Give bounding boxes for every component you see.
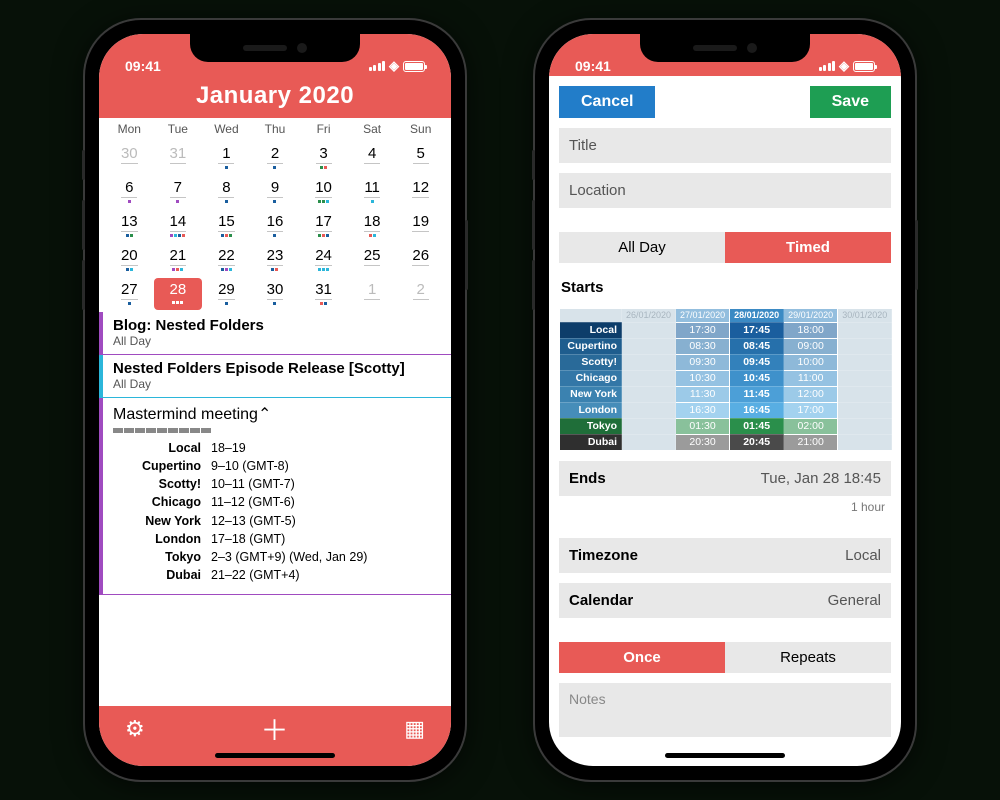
- calendar-day[interactable]: 3: [299, 142, 348, 174]
- timezone-breakdown: Local18–19Cupertino9–10 (GMT-8)Scotty!10…: [113, 439, 441, 584]
- event-title: Blog: Nested Folders: [113, 317, 441, 334]
- calendar-day[interactable]: 5: [396, 142, 445, 174]
- calendar-day[interactable]: 21: [154, 244, 203, 276]
- calendar-day[interactable]: 1: [348, 278, 397, 310]
- repeat-segment[interactable]: Once Repeats: [559, 642, 891, 673]
- home-indicator[interactable]: [665, 753, 785, 758]
- ends-row[interactable]: Ends Tue, Jan 28 18:45: [559, 461, 891, 496]
- calendar-day[interactable]: 1: [202, 142, 251, 174]
- wifi-icon: ◈: [389, 58, 399, 74]
- calendar-day[interactable]: 15: [202, 210, 251, 242]
- location-field[interactable]: Location: [559, 173, 891, 208]
- chevron-up-icon[interactable]: ⌃: [258, 406, 271, 423]
- calendar-day[interactable]: 2: [396, 278, 445, 310]
- calendar-day[interactable]: 28: [154, 278, 203, 310]
- cancel-button[interactable]: Cancel: [559, 86, 655, 118]
- save-button[interactable]: Save: [810, 86, 891, 118]
- calendar-day[interactable]: 31: [299, 278, 348, 310]
- calendar-day[interactable]: 4: [348, 142, 397, 174]
- wifi-icon: ◈: [839, 58, 849, 74]
- weekday-label: Thu: [251, 122, 300, 136]
- calendar-day[interactable]: 29: [202, 278, 251, 310]
- calendar-day[interactable]: 9: [251, 176, 300, 208]
- calendar-day[interactable]: 22: [202, 244, 251, 276]
- month-title[interactable]: January 2020: [99, 76, 451, 118]
- calendar-day[interactable]: 19: [396, 210, 445, 242]
- calendar-day[interactable]: 25: [348, 244, 397, 276]
- event-title: Nested Folders Episode Release [Scotty]: [113, 360, 441, 377]
- calendar-day[interactable]: 30: [105, 142, 154, 174]
- phone-calendar: 09:41 ◈ January 2020 MonTueWedThuFriSatS…: [85, 20, 465, 780]
- timezone-time-picker[interactable]: 26/01/202027/01/202028/01/202029/01/2020…: [559, 308, 892, 451]
- event-subtitle: All Day: [113, 377, 441, 391]
- calendar-day[interactable]: 30: [251, 278, 300, 310]
- event-subtitle: All Day: [113, 334, 441, 348]
- calendar-row[interactable]: Calendar General: [559, 583, 891, 618]
- calendar-day[interactable]: 18: [348, 210, 397, 242]
- weekday-label: Wed: [202, 122, 251, 136]
- calendar-day[interactable]: 8: [202, 176, 251, 208]
- signal-icon: [369, 61, 386, 71]
- calendar-day[interactable]: 7: [154, 176, 203, 208]
- calendar-day[interactable]: 2: [251, 142, 300, 174]
- calendar-grid[interactable]: 3031123456789101112131415161718192021222…: [99, 140, 451, 312]
- calendar-day[interactable]: 10: [299, 176, 348, 208]
- calendar-day[interactable]: 24: [299, 244, 348, 276]
- add-event-button[interactable]: ＋: [260, 709, 288, 749]
- status-time: 09:41: [575, 58, 611, 74]
- device-notch: [640, 34, 810, 62]
- calendar-day[interactable]: 14: [154, 210, 203, 242]
- settings-icon[interactable]: ⚙: [125, 716, 145, 742]
- calendar-day[interactable]: 6: [105, 176, 154, 208]
- event-item[interactable]: Nested Folders Episode Release [Scotty]A…: [99, 355, 451, 398]
- calendar-day[interactable]: 23: [251, 244, 300, 276]
- starts-label: Starts: [559, 273, 891, 298]
- title-field[interactable]: Title: [559, 128, 891, 163]
- calendar-day[interactable]: 26: [396, 244, 445, 276]
- allday-timed-segment[interactable]: All Day Timed: [559, 232, 891, 263]
- event-title: Mastermind meeting: [113, 406, 258, 423]
- weekday-label: Fri: [299, 122, 348, 136]
- home-indicator[interactable]: [215, 753, 335, 758]
- battery-icon: [403, 61, 425, 72]
- weekday-label: Sat: [348, 122, 397, 136]
- notes-field[interactable]: Notes: [559, 683, 891, 737]
- segment-allday[interactable]: All Day: [559, 232, 725, 263]
- weekday-label: Mon: [105, 122, 154, 136]
- ends-value: Tue, Jan 28 18:45: [761, 470, 881, 487]
- weekday-label: Tue: [154, 122, 203, 136]
- segment-timed[interactable]: Timed: [725, 232, 891, 263]
- signal-icon: [819, 61, 836, 71]
- segment-repeats[interactable]: Repeats: [725, 642, 891, 673]
- phone-event-editor: 09:41 ◈ Cancel Save Title Location All D…: [535, 20, 915, 780]
- timezone-bar: [113, 428, 441, 433]
- duration-label: 1 hour: [559, 500, 891, 514]
- timezone-row[interactable]: Timezone Local: [559, 538, 891, 573]
- calendar-day[interactable]: 27: [105, 278, 154, 310]
- ends-label: Ends: [569, 470, 606, 487]
- event-item-expanded[interactable]: Mastermind meeting⌃ Local18–19Cupertino9–…: [99, 398, 451, 595]
- segment-once[interactable]: Once: [559, 642, 725, 673]
- view-switch-icon[interactable]: ▦: [404, 716, 425, 742]
- calendar-day[interactable]: 13: [105, 210, 154, 242]
- weekday-header: MonTueWedThuFriSatSun: [99, 118, 451, 140]
- event-list[interactable]: Blog: Nested FoldersAll DayNested Folder…: [99, 312, 451, 706]
- calendar-day[interactable]: 17: [299, 210, 348, 242]
- calendar-day[interactable]: 16: [251, 210, 300, 242]
- calendar-day[interactable]: 31: [154, 142, 203, 174]
- event-item[interactable]: Blog: Nested FoldersAll Day: [99, 312, 451, 355]
- status-time: 09:41: [125, 58, 161, 74]
- device-notch: [190, 34, 360, 62]
- calendar-day[interactable]: 11: [348, 176, 397, 208]
- calendar-day[interactable]: 20: [105, 244, 154, 276]
- battery-icon: [853, 61, 875, 72]
- weekday-label: Sun: [396, 122, 445, 136]
- calendar-day[interactable]: 12: [396, 176, 445, 208]
